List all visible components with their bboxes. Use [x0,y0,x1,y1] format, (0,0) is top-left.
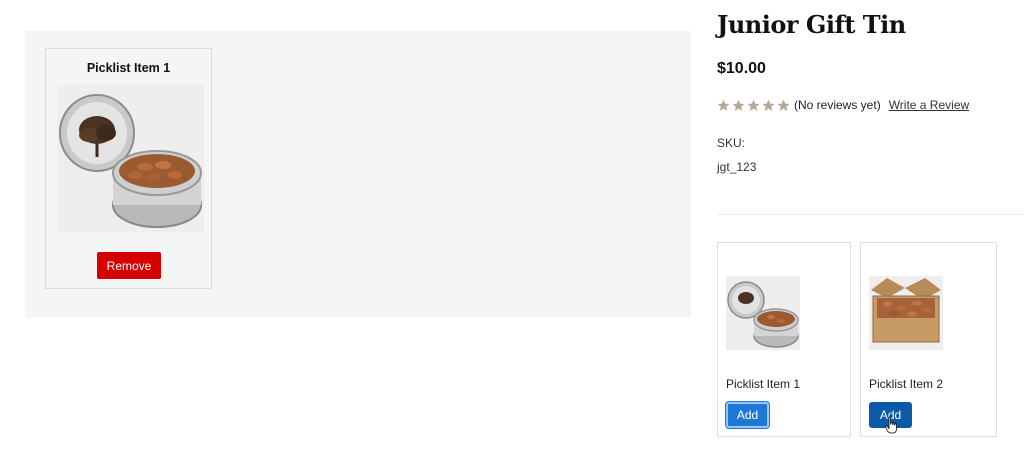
option-label: Picklist Item 2 [869,377,944,391]
product-title: Junior Gift Tin [717,10,906,39]
star-icon [747,99,760,111]
picklist-preview-panel: Picklist Item 1 Remove [25,31,691,318]
picklist-option-card: Picklist Item 1 Add [717,242,851,437]
remove-button[interactable]: Remove [97,252,161,279]
sku-value: jgt_123 [717,160,757,174]
picklist-option-card: Picklist Item 2 Add [860,242,997,437]
star-icon [732,99,745,111]
gift-tin-thumbnail [726,276,800,350]
rating-row: (No reviews yet) Write a Review [717,98,969,112]
divider [717,214,1024,215]
star-icon [717,99,730,111]
star-icon [777,99,790,111]
add-button[interactable]: Add [726,402,769,428]
reviews-count-text: (No reviews yet) [794,98,881,112]
rating-stars [717,99,790,112]
sku-label: SKU: [717,136,746,150]
hand-cursor-icon [885,416,897,434]
option-label: Picklist Item 1 [726,377,801,391]
write-review-link[interactable]: Write a Review [889,98,969,112]
product-price: $10.00 [717,60,766,77]
star-icon [762,99,775,111]
picked-item-card: Picklist Item 1 Remove [45,48,212,289]
gift-tin-image [57,85,204,232]
pecan-box-thumbnail [869,276,943,350]
picked-item-title: Picklist Item 1 [86,61,171,75]
